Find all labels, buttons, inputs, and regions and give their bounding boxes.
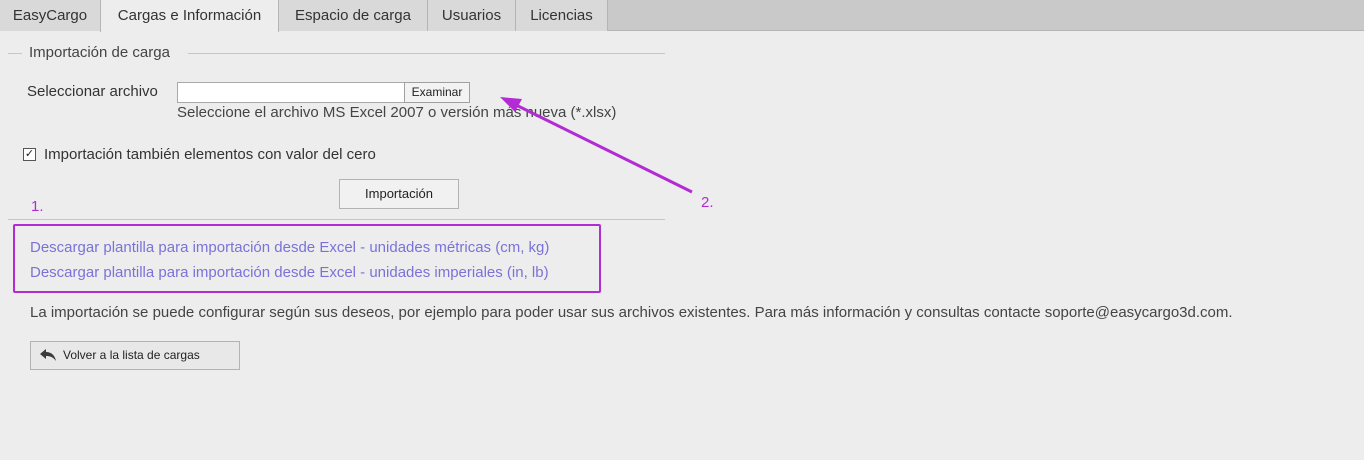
tab-usuarios[interactable]: Usuarios	[428, 0, 516, 31]
info-text: La importación se puede configurar según…	[30, 304, 1233, 321]
annotation-marker-2: 2.	[701, 194, 714, 211]
import-section-legend: Importación de carga	[29, 44, 170, 61]
back-button-label: Volver a la lista de cargas	[63, 348, 200, 362]
tab-easycargo[interactable]: EasyCargo	[0, 0, 101, 31]
tab-cargas-e-informacion[interactable]: Cargas e Información	[100, 0, 279, 32]
tab-espacio-de-carga[interactable]: Espacio de carga	[279, 0, 428, 31]
tab-bar: EasyCargo Cargas e Información Espacio d…	[0, 0, 1364, 32]
browse-button[interactable]: Examinar	[404, 82, 470, 103]
download-template-imperial-link[interactable]: Descargar plantilla para importación des…	[30, 264, 549, 281]
download-template-metric-link[interactable]: Descargar plantilla para importación des…	[30, 239, 549, 256]
section-divider	[8, 219, 665, 220]
fieldset-border-right	[188, 53, 665, 54]
back-to-cargo-list-button[interactable]: Volver a la lista de cargas	[30, 341, 240, 370]
annotation-highlight-box	[13, 224, 601, 293]
import-zero-checkbox[interactable]: ✓	[23, 148, 36, 161]
import-zero-label[interactable]: Importación también elementos con valor …	[44, 146, 376, 163]
file-path-input[interactable]	[177, 82, 405, 103]
tab-licencias[interactable]: Licencias	[516, 0, 608, 31]
file-label: Seleccionar archivo	[27, 83, 158, 100]
fieldset-border-left	[8, 53, 22, 54]
file-hint: Seleccione el archivo MS Excel 2007 o ve…	[177, 104, 617, 121]
import-button[interactable]: Importación	[339, 179, 459, 209]
annotation-marker-1: 1.	[31, 198, 44, 215]
back-arrow-icon	[40, 349, 56, 361]
